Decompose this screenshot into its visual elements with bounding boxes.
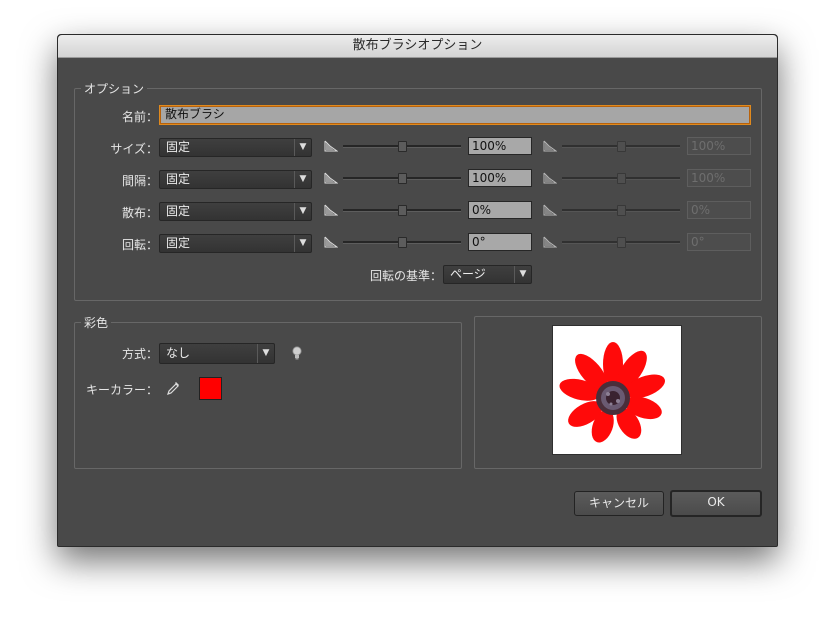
size-method-dropdown[interactable]: 固定 ▼ [159,138,312,157]
rotation-pressure-icon-disabled [543,236,558,248]
scatter-pressure-icon-disabled [543,204,558,216]
spacing-method-value: 固定 [166,172,191,186]
brush-preview [552,325,682,455]
flower-image [559,342,665,443]
size-max-value-field: 100% [687,137,751,155]
options-group-legend: オプション [81,80,148,97]
spacing-pressure-icon-disabled [543,172,558,184]
rotation-max-slider [562,237,680,248]
key-color-label: キーカラー： [85,383,158,397]
spacing-max-value-field: 100% [687,169,751,187]
lightbulb-tip-icon[interactable] [291,346,303,361]
size-method-value: 固定 [166,140,191,154]
size-pressure-icon-disabled [543,140,558,152]
scatter-pressure-icon [324,204,339,216]
rotation-min-slider[interactable] [343,237,461,248]
coloring-method-dropdown[interactable]: なし ▼ [159,343,275,364]
chevron-down-icon: ▼ [294,139,311,156]
coloring-method-value: なし [166,346,191,360]
ok-button[interactable]: OK [670,490,762,517]
rotation-method-dropdown[interactable]: 固定 ▼ [159,234,312,253]
rotation-method-value: 固定 [166,236,191,250]
rotation-min-slider-thumb[interactable] [398,237,407,248]
chevron-down-icon: ▼ [257,344,274,363]
size-label: サイズ： [110,142,158,156]
spacing-pressure-icon [324,172,339,184]
key-color-swatch[interactable] [199,377,222,400]
scatter-min-value-field[interactable]: 0% [468,201,532,219]
scatter-max-slider [562,205,680,216]
size-pressure-icon [324,140,339,152]
chevron-down-icon: ▼ [294,235,311,252]
size-max-slider-thumb [617,141,626,152]
name-field[interactable]: 散布ブラシ [159,105,751,125]
chevron-down-icon: ▼ [294,171,311,188]
scatter-min-slider-thumb[interactable] [398,205,407,216]
spacing-max-slider-thumb [617,173,626,184]
scatter-max-value-field: 0% [687,201,751,219]
rotation-basis-label: 回転の基準： [369,269,442,283]
size-min-value-field[interactable]: 100% [468,137,532,155]
chevron-down-icon: ▼ [294,203,311,220]
scatter-label: 散布： [121,206,158,220]
rotation-pressure-icon [324,236,339,248]
scatter-brush-options-dialog: 散布ブラシオプション オプション 名前： 散布ブラシ サイズ： 固定 ▼ 100% 10… [57,34,778,547]
rotation-label: 回転： [121,238,158,252]
rotation-min-value-field[interactable]: 0° [468,233,532,251]
name-label: 名前： [121,110,158,124]
scatter-min-slider[interactable] [343,205,461,216]
eyedropper-icon[interactable] [166,380,181,396]
size-min-slider-thumb[interactable] [398,141,407,152]
coloring-method-label: 方式： [121,347,158,361]
coloring-group-legend: 彩色 [81,314,112,331]
chevron-down-icon: ▼ [514,266,531,283]
rotation-max-value-field: 0° [687,233,751,251]
scatter-max-slider-thumb [617,205,626,216]
scatter-method-value: 固定 [166,204,191,218]
spacing-min-slider[interactable] [343,173,461,184]
rotation-basis-value: ページ [450,267,486,281]
spacing-method-dropdown[interactable]: 固定 ▼ [159,170,312,189]
rotation-max-slider-thumb [617,237,626,248]
cancel-button[interactable]: キャンセル [574,491,664,516]
spacing-max-slider [562,173,680,184]
size-min-slider[interactable] [343,141,461,152]
rotation-basis-dropdown[interactable]: ページ ▼ [443,265,532,284]
dialog-title: 散布ブラシオプション [58,35,777,58]
spacing-label: 間隔： [121,174,158,188]
spacing-min-slider-thumb[interactable] [398,173,407,184]
spacing-min-value-field[interactable]: 100% [468,169,532,187]
scatter-method-dropdown[interactable]: 固定 ▼ [159,202,312,221]
size-max-slider [562,141,680,152]
